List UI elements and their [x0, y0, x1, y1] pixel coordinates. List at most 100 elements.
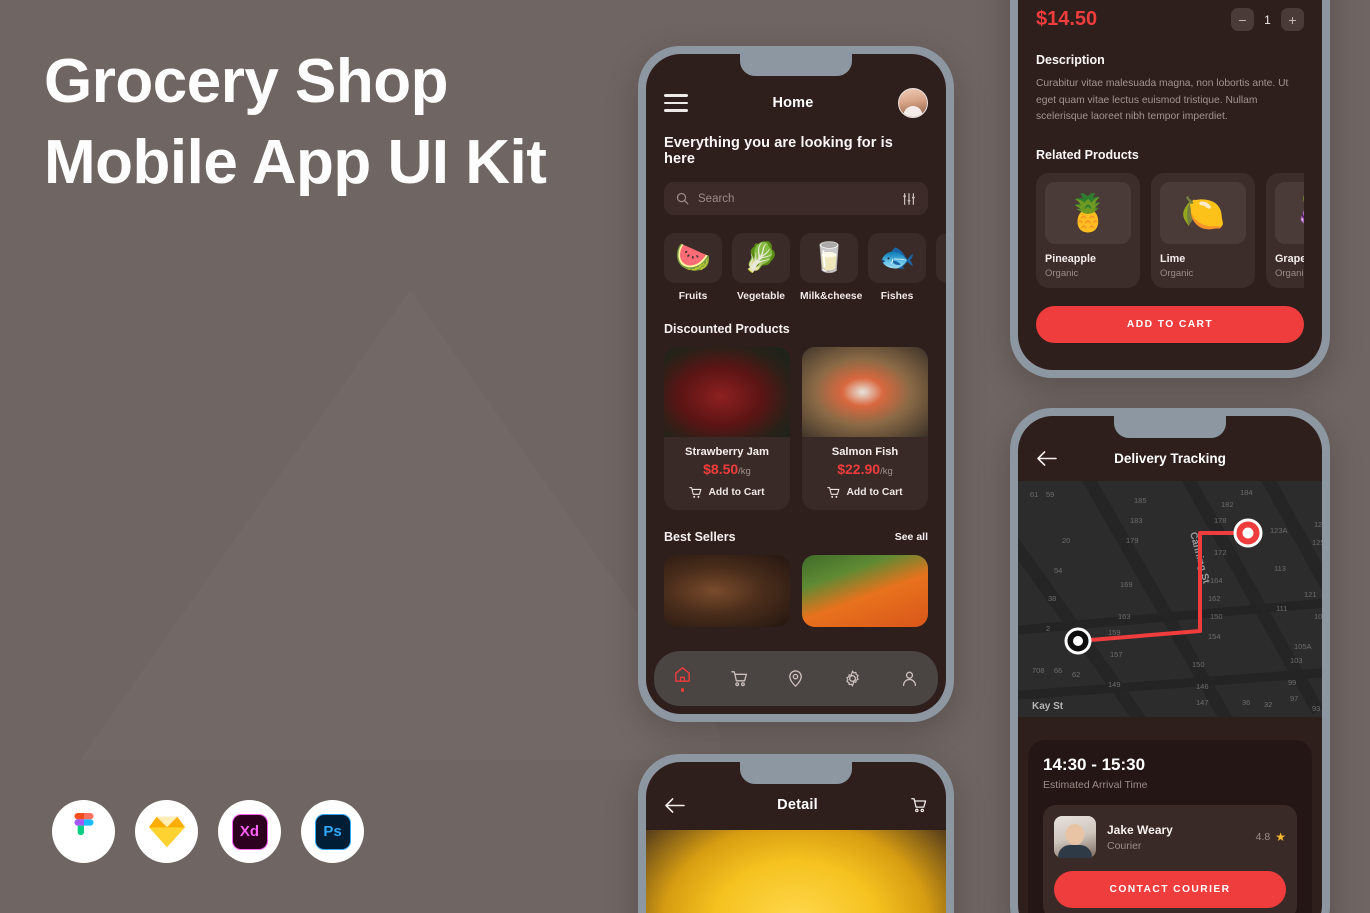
- search-input[interactable]: Search: [698, 193, 893, 205]
- product-image-salmon-fish: [802, 347, 928, 437]
- filter-sliders-icon[interactable]: [902, 192, 916, 206]
- arrow-left-icon[interactable]: [664, 797, 685, 814]
- courier-rating: 4.8 ★: [1256, 830, 1286, 844]
- price-unit: /kg: [738, 466, 751, 477]
- delivery-map[interactable]: 61 59 185 183 179 184 182 178 123A 129 125 20 17…: [1018, 481, 1322, 717]
- svg-text:708: 708: [1032, 666, 1045, 675]
- svg-text:54: 54: [1054, 566, 1062, 575]
- add-to-cart-button[interactable]: Add to Cart: [664, 477, 790, 510]
- svg-text:169: 169: [1120, 580, 1133, 589]
- product-name: Salmon Fish: [831, 446, 899, 458]
- nav-item-location[interactable]: [786, 669, 805, 688]
- page-title: Detail: [777, 797, 818, 813]
- bottom-navigation: [654, 651, 938, 706]
- related-product-subtitle: Organic: [1160, 268, 1194, 280]
- see-all-link[interactable]: See all: [895, 531, 928, 543]
- phone-notch: [1114, 416, 1226, 438]
- home-screen: Home Everything you are looking for is h…: [646, 54, 946, 714]
- related-product-card[interactable]: 🍍 Pineapple Organic: [1036, 173, 1140, 289]
- svg-text:2: 2: [1046, 624, 1050, 633]
- svg-text:146: 146: [1196, 682, 1209, 691]
- related-product-card[interactable]: 🍋 Lime Organic: [1151, 173, 1255, 289]
- best-seller-card-chocolate[interactable]: [664, 555, 790, 627]
- gear-icon: [846, 670, 860, 687]
- watermelon-icon: 🍉: [664, 233, 722, 283]
- phone-tracking-mockup: Delivery Tracking 61 59 185 183 179 184 …: [1010, 408, 1330, 913]
- nav-item-profile[interactable]: [900, 669, 919, 688]
- courier-role: Courier: [1107, 839, 1142, 852]
- sketch-icon[interactable]: [135, 800, 198, 863]
- product-name: Strawberry Jam: [685, 446, 769, 458]
- svg-text:32: 32: [1264, 700, 1272, 709]
- svg-text:159: 159: [1108, 628, 1121, 637]
- discounted-products-row: Strawberry Jam $8.50/kg Add to Cart Salm…: [646, 336, 946, 510]
- photoshop-icon[interactable]: Ps: [301, 800, 364, 863]
- destination-marker: [1233, 518, 1263, 548]
- svg-text:20: 20: [1062, 536, 1070, 545]
- avatar[interactable]: [898, 88, 928, 118]
- grape-icon: 🍇: [1275, 182, 1304, 245]
- category-item-vegetable[interactable]: 🥬 Vegetable: [732, 233, 790, 302]
- person-icon: [903, 671, 917, 687]
- home-tagline: Everything you are looking for is here: [664, 135, 893, 167]
- phone-home-mockup: Home Everything you are looking for is h…: [638, 46, 954, 722]
- increase-quantity-button[interactable]: +: [1281, 8, 1304, 31]
- detail-hero-image-mango: [646, 830, 946, 913]
- svg-text:184: 184: [1240, 488, 1253, 497]
- add-to-cart-button[interactable]: Add to Cart: [802, 477, 928, 510]
- svg-text:150: 150: [1192, 660, 1205, 669]
- category-item-fishes[interactable]: 🐟 Fishes: [868, 233, 926, 302]
- hamburger-icon[interactable]: [664, 94, 688, 112]
- svg-text:66: 66: [1054, 666, 1062, 675]
- cart-icon: [730, 671, 747, 687]
- eta-label: Estimated Arrival Time: [1043, 779, 1148, 791]
- product-price: $8.50/kg: [664, 461, 790, 477]
- category-label: Fruits: [678, 291, 708, 302]
- search-bar[interactable]: Search: [664, 182, 928, 215]
- cart-icon[interactable]: [910, 796, 928, 814]
- svg-text:178: 178: [1214, 516, 1227, 525]
- lime-icon: 🍋: [1160, 182, 1246, 245]
- nav-item-home[interactable]: [673, 665, 692, 692]
- contact-courier-button[interactable]: CONTACT COURIER: [1054, 871, 1286, 908]
- cookie-icon: 🍪: [936, 233, 946, 283]
- delivery-info-card: 14:30 - 15:30 Estimated Arrival Time Jak…: [1028, 740, 1312, 913]
- adobe-xd-icon[interactable]: Xd: [218, 800, 281, 863]
- best-seller-card-carrots[interactable]: [802, 555, 928, 627]
- figma-icon[interactable]: [52, 800, 115, 863]
- svg-text:129: 129: [1314, 520, 1322, 529]
- courier-box: Jake Weary Courier 4.8 ★ CONTACT COURIER: [1043, 805, 1297, 913]
- svg-text:147: 147: [1196, 698, 1209, 707]
- svg-text:162: 162: [1208, 594, 1221, 603]
- add-to-cart-button[interactable]: ADD TO CART: [1036, 306, 1304, 344]
- fish-icon: 🐟: [868, 233, 926, 283]
- category-item-milkcheese[interactable]: 🥛 Milk&cheese: [800, 233, 863, 302]
- product-card[interactable]: Strawberry Jam $8.50/kg Add to Cart: [664, 347, 790, 510]
- svg-text:149: 149: [1108, 680, 1121, 689]
- photoshop-label: Ps: [323, 823, 342, 840]
- product-card[interactable]: Salmon Fish $22.90/kg Add to Cart: [802, 347, 928, 510]
- arrow-left-icon[interactable]: [1036, 450, 1057, 467]
- related-product-card[interactable]: 🍇 Grape Organic: [1266, 173, 1304, 289]
- product-price: $22.90/kg: [802, 461, 928, 477]
- courier-info: Jake Weary Courier: [1107, 823, 1173, 852]
- svg-text:105A: 105A: [1294, 642, 1312, 651]
- nav-item-cart[interactable]: [730, 669, 749, 688]
- svg-text:36: 36: [1242, 698, 1250, 707]
- category-item-fruits[interactable]: 🍉 Fruits: [664, 233, 722, 302]
- svg-text:179: 179: [1126, 536, 1139, 545]
- section-title: Best Sellers: [664, 530, 736, 544]
- decrease-quantity-button[interactable]: −: [1231, 8, 1254, 31]
- svg-text:163: 163: [1118, 612, 1131, 621]
- related-product-name: Pineapple: [1045, 253, 1097, 266]
- nav-item-settings[interactable]: [843, 669, 862, 688]
- category-label: Milk&cheese: [800, 291, 863, 302]
- phone-notch: [740, 54, 852, 76]
- svg-text:185: 185: [1134, 496, 1147, 505]
- cart-icon: [827, 487, 840, 498]
- milk-icon: 🥛: [800, 233, 858, 283]
- category-item-snacks[interactable]: 🍪 Snacks: [936, 233, 946, 302]
- phone-detail-mockup: Detail: [638, 754, 954, 913]
- category-label: Fishes: [880, 291, 914, 302]
- phone-notch: [740, 762, 852, 784]
